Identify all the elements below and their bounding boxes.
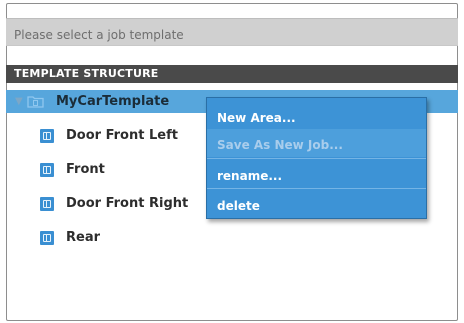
menu-item-new-area[interactable]: New Area...	[207, 102, 426, 130]
area-icon	[40, 197, 54, 211]
menu-item-save-as-new-job[interactable]: Save As New Job...	[207, 129, 426, 157]
job-template-selector[interactable]: Please select a job template	[6, 18, 458, 46]
tree-item-label: Door Front Right	[66, 196, 189, 211]
tree-item-label: Rear	[66, 230, 101, 245]
tree-root-label[interactable]: MyCarTemplate	[56, 94, 169, 109]
menu-item-delete[interactable]: delete	[207, 190, 426, 218]
menu-separator	[207, 188, 426, 189]
tree-item-label: Front	[66, 162, 105, 177]
area-icon	[40, 163, 54, 177]
tree-item-label: Door Front Left	[66, 128, 178, 143]
area-icon	[40, 231, 54, 245]
folder-icon	[27, 96, 44, 108]
menu-item-rename[interactable]: rename...	[207, 160, 426, 188]
expand-caret-icon[interactable]: ▼	[15, 96, 23, 107]
area-icon	[40, 129, 54, 143]
template-structure-header: TEMPLATE STRUCTURE	[6, 65, 458, 83]
context-menu: New Area... Save As New Job... rename...…	[206, 97, 427, 219]
menu-separator	[207, 158, 426, 159]
